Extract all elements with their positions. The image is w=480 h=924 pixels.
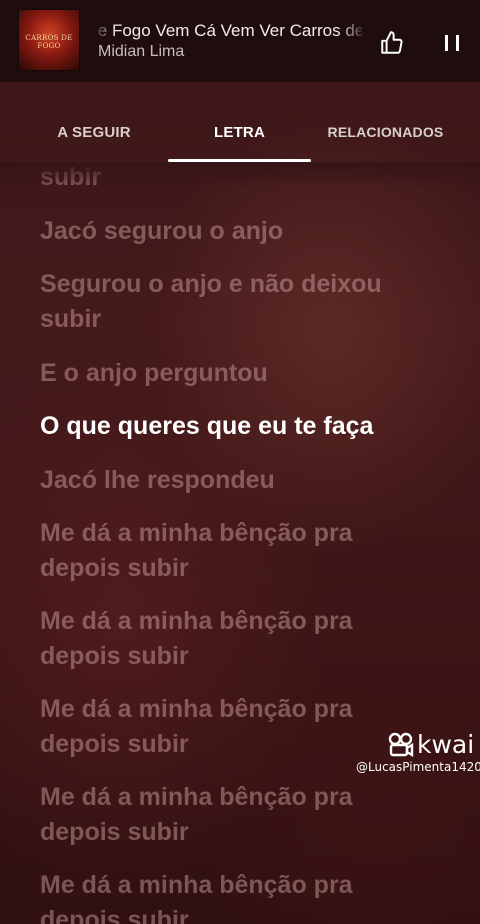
screen: CARROS DE FOGO le Fogo Vem Cá Vem Ver Ca… xyxy=(0,0,480,924)
kwai-logo-icon xyxy=(388,732,414,757)
pause-icon xyxy=(445,35,459,51)
track-title-text: le Fogo Vem Cá Vem Ver Carros de xyxy=(98,21,362,40)
lyric-line: Me dá a minha bênção pra depois subir xyxy=(40,695,353,758)
thumbs-up-icon xyxy=(381,31,403,54)
lyric-line: Segurou o anjo e não deixou subir xyxy=(40,270,382,333)
lyric-line: Me dá a minha bênção pra depois subir xyxy=(40,871,353,924)
lyrics-sheet: A SEGUIR LETRA RELACIONADOS subir Jacó s… xyxy=(0,82,480,924)
lyric-line: Jacó lhe respondeu xyxy=(40,466,275,494)
lyric-line: Me dá a minha bênção pra depois subir xyxy=(40,519,353,582)
track-artist: Midian Lima xyxy=(98,43,185,60)
lyric-line: Me dá a minha bênção pra depois subir xyxy=(40,783,353,846)
tab-bar: A SEGUIR LETRA RELACIONADOS xyxy=(20,104,460,163)
album-art-text: CARROS DE FOGO xyxy=(25,34,73,50)
album-art[interactable]: CARROS DE FOGO xyxy=(19,10,79,70)
lyric-line: Jacó segurou o anjo xyxy=(40,217,284,245)
lyrics-fade xyxy=(0,162,480,188)
track-title: le Fogo Vem Cá Vem Ver Carros de xyxy=(98,21,362,41)
lyric-line-active: O que queres que eu te faça xyxy=(40,412,374,440)
watermark-username: @LucasPimenta1420 xyxy=(356,760,480,774)
lyric-line: E o anjo perguntou xyxy=(40,359,268,387)
pause-button[interactable] xyxy=(434,25,470,61)
kwai-brand-text: kwai xyxy=(417,729,475,759)
kwai-watermark: kwai xyxy=(388,729,474,759)
tab-up-next[interactable]: A SEGUIR xyxy=(20,104,168,160)
mini-player[interactable]: CARROS DE FOGO le Fogo Vem Cá Vem Ver Ca… xyxy=(0,0,480,82)
lyric-line: Me dá a minha bênção pra depois subir xyxy=(40,607,353,670)
tab-related[interactable]: RELACIONADOS xyxy=(311,104,460,160)
lyrics-list[interactable]: subir Jacó segurou o anjo Segurou o anjo… xyxy=(0,162,480,924)
like-button[interactable] xyxy=(374,25,410,61)
tab-lyrics[interactable]: LETRA xyxy=(168,104,311,160)
